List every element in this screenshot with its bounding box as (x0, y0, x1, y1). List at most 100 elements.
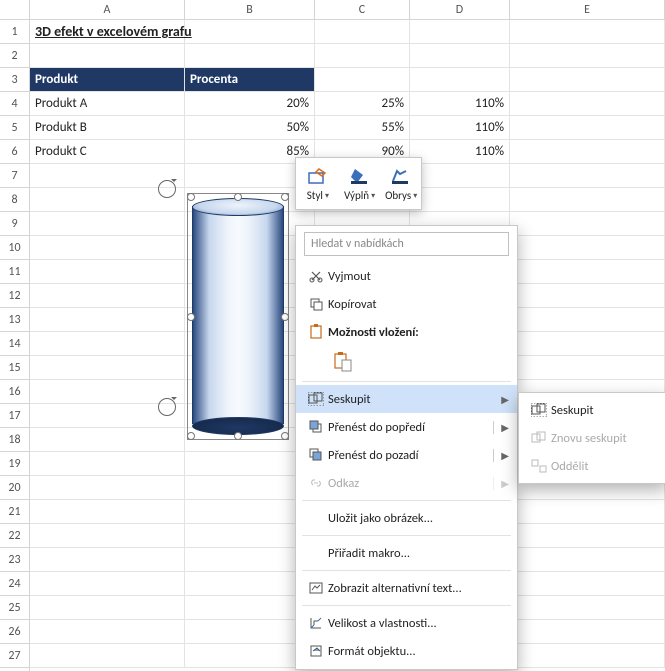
resize-handle[interactable] (187, 313, 195, 321)
row-header[interactable]: 2 (0, 44, 29, 68)
row-header[interactable]: 14 (0, 332, 29, 356)
cell[interactable] (30, 596, 185, 619)
row-header[interactable]: 21 (0, 500, 29, 524)
cell[interactable]: 110% (410, 92, 510, 115)
style-button[interactable]: Styl▾ (296, 158, 338, 209)
menu-format-object[interactable]: Formát objektu... (296, 637, 517, 665)
cell[interactable] (410, 44, 510, 67)
cell[interactable]: Produkt A (30, 92, 185, 115)
row-header[interactable]: 12 (0, 284, 29, 308)
cell[interactable] (30, 212, 185, 235)
cell[interactable] (30, 356, 185, 379)
menu-search-input[interactable]: Hledat v nabídkách (304, 232, 509, 256)
cell[interactable] (30, 524, 185, 547)
col-header-e[interactable]: E (510, 0, 665, 19)
cell[interactable] (510, 164, 665, 187)
cell[interactable]: Produkt C (30, 140, 185, 163)
row-header[interactable]: 15 (0, 356, 29, 380)
col-header-c[interactable]: C (315, 0, 410, 19)
cell[interactable] (30, 572, 185, 595)
row-header[interactable]: 25 (0, 596, 29, 620)
cell[interactable] (510, 92, 665, 115)
cell[interactable] (30, 44, 185, 67)
row-header[interactable]: 3 (0, 68, 29, 92)
row-header[interactable]: 7 (0, 164, 29, 188)
paste-option-button[interactable] (328, 348, 358, 376)
cell-a1-title[interactable]: 3D efekt v excelovém grafu (30, 20, 185, 43)
row-header[interactable]: 4 (0, 92, 29, 116)
rotate-handle-icon[interactable] (158, 180, 176, 198)
row-header[interactable]: 8 (0, 188, 29, 212)
menu-bring-to-front[interactable]: Přenést do popředí ▶ (296, 413, 517, 441)
col-header-a[interactable]: A (30, 0, 185, 19)
menu-cut[interactable]: Vyjmout (296, 262, 517, 290)
cell[interactable] (510, 44, 665, 67)
cell[interactable] (510, 212, 665, 235)
menu-group[interactable]: Seskupit ▶ (296, 385, 517, 413)
cell[interactable] (510, 332, 665, 355)
menu-alt-text[interactable]: Zobrazit alternativní text... (296, 574, 517, 602)
cell[interactable] (510, 356, 665, 379)
cell[interactable] (30, 500, 185, 523)
cell[interactable] (510, 140, 665, 163)
fill-button[interactable]: Výplň▾ (338, 158, 380, 209)
rotate-handle-icon[interactable] (158, 398, 176, 416)
cell[interactable]: 55% (315, 116, 410, 139)
row-header[interactable]: 17 (0, 404, 29, 428)
row-header[interactable]: 27 (0, 644, 29, 668)
cell[interactable] (185, 20, 315, 43)
cell[interactable] (30, 620, 185, 643)
cell[interactable]: 50% (185, 116, 315, 139)
cell[interactable]: Produkt B (30, 116, 185, 139)
row-header[interactable]: 1 (0, 20, 29, 44)
resize-handle[interactable] (281, 432, 289, 440)
outline-button[interactable]: Obrys▾ (379, 158, 421, 209)
cell[interactable] (315, 20, 410, 43)
row-header[interactable]: 23 (0, 548, 29, 572)
cell[interactable] (510, 116, 665, 139)
cell[interactable] (510, 20, 665, 43)
row-header[interactable]: 18 (0, 428, 29, 452)
cell[interactable] (30, 548, 185, 571)
cell[interactable] (185, 44, 315, 67)
cell[interactable] (30, 260, 185, 283)
resize-handle[interactable] (234, 193, 242, 201)
row-header[interactable]: 24 (0, 572, 29, 596)
row-header[interactable]: 6 (0, 140, 29, 164)
col-header-b[interactable]: B (185, 0, 315, 19)
cell[interactable]: 20% (185, 92, 315, 115)
resize-handle[interactable] (187, 432, 195, 440)
cell[interactable] (410, 164, 510, 187)
menu-size-properties[interactable]: Velikost a vlastnosti... (296, 609, 517, 637)
cell[interactable] (510, 524, 665, 547)
cell[interactable] (410, 20, 510, 43)
cell[interactable] (510, 500, 665, 523)
row-header[interactable]: 11 (0, 260, 29, 284)
row-header[interactable]: 9 (0, 212, 29, 236)
cell[interactable] (510, 188, 665, 211)
cell[interactable] (510, 68, 665, 91)
row-header[interactable]: 20 (0, 476, 29, 500)
cell[interactable] (30, 284, 185, 307)
menu-assign-macro[interactable]: Přiřadit makro... (296, 539, 517, 567)
select-all-corner[interactable] (0, 0, 30, 19)
row-header[interactable]: 22 (0, 524, 29, 548)
menu-copy[interactable]: Kopírovat (296, 290, 517, 318)
resize-handle[interactable] (234, 432, 242, 440)
shape-cylinder[interactable] (192, 198, 284, 435)
submenu-group[interactable]: Seskupit (519, 396, 665, 424)
cell[interactable] (315, 44, 410, 67)
cell[interactable]: 110% (410, 116, 510, 139)
cell[interactable] (510, 236, 665, 259)
col-header-d[interactable]: D (410, 0, 510, 19)
row-header[interactable]: 26 (0, 620, 29, 644)
cell[interactable] (510, 620, 665, 643)
row-header[interactable]: 13 (0, 308, 29, 332)
cell[interactable] (30, 332, 185, 355)
cell[interactable] (30, 476, 185, 499)
cell-header-procenta[interactable]: Procenta (185, 68, 315, 91)
cell[interactable] (315, 68, 410, 91)
resize-handle[interactable] (281, 193, 289, 201)
cell[interactable] (510, 284, 665, 307)
cell[interactable] (510, 596, 665, 619)
